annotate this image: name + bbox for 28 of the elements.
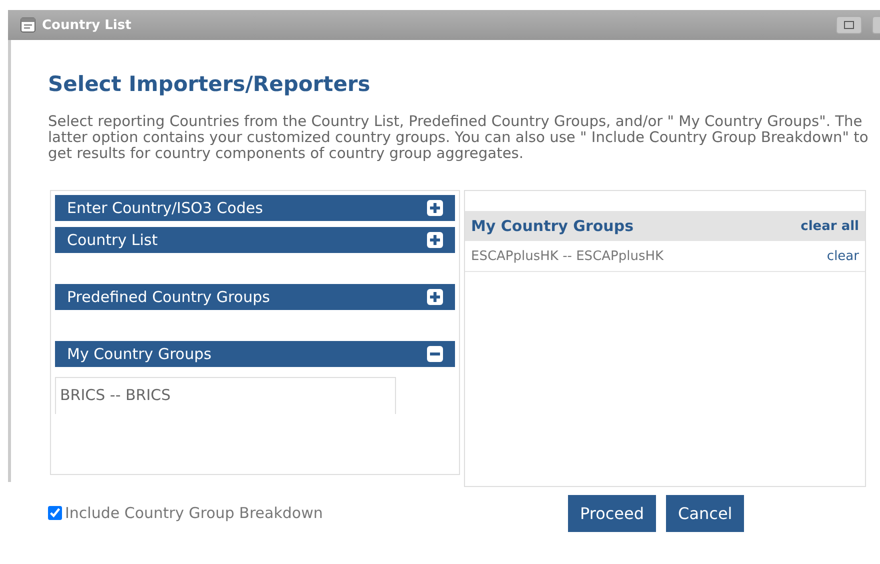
panel-title: My Country Groups <box>471 217 634 235</box>
maximize-icon <box>844 21 854 29</box>
clear-all-link[interactable]: clear all <box>800 218 859 234</box>
window-icon <box>20 17 36 33</box>
group-listbox[interactable]: BRICS -- BRICS <box>55 377 396 414</box>
list-option[interactable]: BRICS -- BRICS <box>60 386 395 404</box>
window-title: Country List <box>42 18 132 32</box>
accordion-header[interactable]: Predefined Country Groups <box>55 284 455 310</box>
accordion-label: My Country Groups <box>67 345 212 363</box>
dialog-heading: Select Importers/Reporters <box>48 72 372 96</box>
checkbox-label: Include Country Group Breakdown <box>65 504 323 522</box>
clear-link[interactable]: clear <box>826 248 859 264</box>
accordion-header[interactable]: My Country Groups <box>55 341 455 367</box>
breakdown-checkbox[interactable] <box>48 506 62 520</box>
maximize-button[interactable] <box>836 16 862 34</box>
selected-group: ESCAPplusHK -- ESCAPplusHK <box>471 248 664 264</box>
accordion-label: Country List <box>67 231 158 249</box>
accordion-label: Predefined Country Groups <box>67 288 270 306</box>
dialog-button[interactable]: Cancel <box>666 494 744 532</box>
intro-text: Select reporting Countries from the Country List, Predefined Country Groups, and/or " My Country Groups". The latter option contains your customized country groups. You can also use " Include Country Group Breakdown" to get results for country components of country group aggregates. <box>48 114 870 162</box>
minus-icon <box>427 346 443 362</box>
accordion-header[interactable]: Enter Country/ISO3 Codes <box>55 195 455 221</box>
dialog-button[interactable]: Proceed <box>568 494 656 532</box>
accordion-header[interactable]: Country List <box>55 227 455 253</box>
plus-icon <box>427 289 443 305</box>
plus-icon <box>427 200 443 216</box>
accordion-label: Enter Country/ISO3 Codes <box>67 199 263 217</box>
plus-icon <box>427 232 443 248</box>
